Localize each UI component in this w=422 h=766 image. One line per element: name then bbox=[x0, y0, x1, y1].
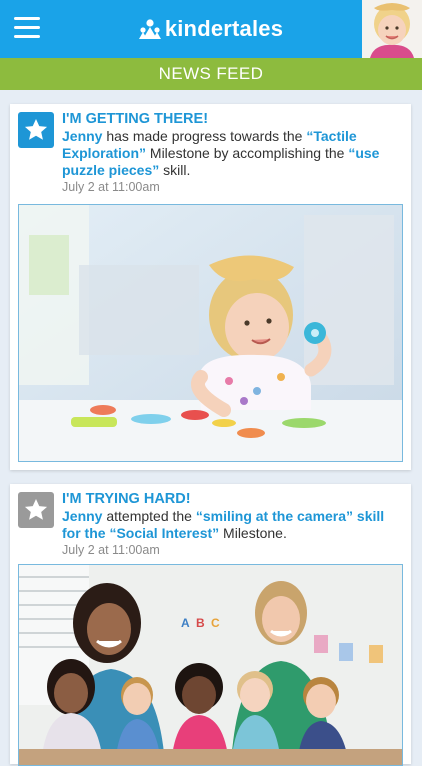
post-photo[interactable]: A B C bbox=[18, 564, 403, 766]
child-name-link[interactable]: Jenny bbox=[62, 128, 102, 144]
top-bar: kindertales bbox=[0, 0, 422, 58]
status-badge bbox=[18, 112, 54, 148]
post-title: I'M GETTING THERE! bbox=[62, 111, 209, 127]
post-timestamp: July 2 at 11:00am bbox=[62, 180, 160, 194]
logo-text: kindertales bbox=[164, 16, 284, 41]
post-body: Jenny has made progress towards the “Tac… bbox=[62, 128, 380, 178]
post-title: I'M TRYING HARD! bbox=[62, 491, 191, 507]
svg-text:A: A bbox=[181, 616, 190, 630]
app-logo: kindertales bbox=[0, 0, 422, 58]
family-logo-icon bbox=[138, 19, 161, 39]
feed-post-card[interactable]: I'M GETTING THERE! Jenny has made progre… bbox=[10, 104, 411, 470]
page-title: NEWS FEED bbox=[158, 64, 264, 83]
child-name-link[interactable]: Jenny bbox=[62, 508, 102, 524]
post-timestamp: July 2 at 11:00am bbox=[62, 543, 160, 557]
post-photo[interactable] bbox=[18, 204, 403, 462]
star-icon bbox=[24, 118, 48, 140]
svg-text:B: B bbox=[196, 616, 205, 630]
news-feed-header: NEWS FEED bbox=[0, 58, 422, 90]
child-avatar[interactable] bbox=[362, 0, 422, 58]
post-body: Jenny attempted the “smiling at the came… bbox=[62, 508, 385, 541]
star-icon bbox=[24, 498, 48, 520]
post-content: I'M GETTING THERE! Jenny has made progre… bbox=[62, 111, 397, 194]
post-content: I'M TRYING HARD! Jenny attempted the “sm… bbox=[62, 491, 397, 557]
feed-post-card[interactable]: I'M TRYING HARD! Jenny attempted the “sm… bbox=[10, 484, 411, 766]
svg-text:C: C bbox=[211, 616, 220, 630]
status-badge bbox=[18, 492, 54, 528]
